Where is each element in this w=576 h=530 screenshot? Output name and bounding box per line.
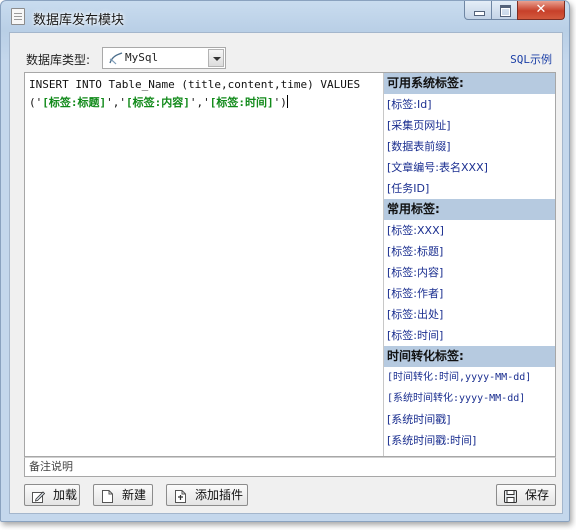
tag-item-source[interactable]: [标签:出处] [384, 304, 555, 325]
sql-tag-time: [标签:时间] [209, 96, 274, 109]
sql-editor[interactable]: INSERT INTO Table_Name (title,content,ti… [25, 73, 383, 456]
time-tags-header: 时间转化标签: [384, 346, 555, 367]
tag-item-system-timestamp-time[interactable]: [系统时间戳:时间] [384, 430, 555, 451]
close-button[interactable]: ✕ [517, 1, 565, 20]
tag-item-system-time-convert[interactable]: [系统时间转化:yyyy-MM-dd] [384, 388, 555, 409]
tag-item-time-convert[interactable]: [时间转化:时间,yyyy-MM-dd] [384, 367, 555, 388]
tag-item-table-prefix[interactable]: [数据表前缀] [384, 136, 555, 157]
load-button[interactable]: 加载 [24, 484, 80, 506]
notes-field[interactable]: 备注说明 [24, 457, 556, 477]
tag-item-task-id[interactable]: [任务ID] [384, 178, 555, 199]
tag-item-title[interactable]: [标签:标题] [384, 241, 555, 262]
sql-suffix: ') [273, 96, 287, 109]
tag-item-author[interactable]: [标签:作者] [384, 283, 555, 304]
add-plugin-button-label: 添加插件 [195, 488, 244, 502]
new-button[interactable]: 新建 [93, 484, 153, 506]
title-ghost-text [236, 10, 270, 20]
sql-separator: ',' [106, 96, 126, 109]
tag-item-id[interactable]: [标签:Id] [384, 94, 555, 115]
chevron-down-icon[interactable] [208, 49, 224, 67]
app-window: 数据库发布模块 ✕ 数据库类型: MySql SQL示例 INSERT INTO… [0, 0, 570, 522]
text-caret [286, 95, 288, 108]
save-button-label: 保存 [525, 488, 550, 502]
sql-tag-content: [标签:内容] [126, 96, 190, 109]
tag-item-xxx[interactable]: [标签:XXX] [384, 220, 555, 241]
new-button-label: 新建 [122, 488, 147, 502]
edit-icon [32, 489, 46, 503]
new-document-icon [101, 489, 114, 503]
tag-item-article-number[interactable]: [文章编号:表名XXX] [384, 157, 555, 178]
document-icon [11, 8, 25, 25]
minimize-button[interactable] [464, 1, 492, 20]
editor-container: INSERT INTO Table_Name (title,content,ti… [24, 72, 556, 457]
dialog-body: 数据库类型: MySql SQL示例 INSERT INTO Table_Nam… [9, 32, 563, 514]
sql-example-link[interactable]: SQL示例 [510, 51, 552, 67]
maximize-button[interactable] [491, 1, 518, 20]
sql-tag-title: [标签:标题] [42, 96, 107, 109]
title-bar[interactable]: 数据库发布模块 ✕ [1, 1, 569, 31]
tag-item-content[interactable]: [标签:内容] [384, 262, 555, 283]
plugin-document-icon [174, 489, 187, 503]
floppy-disk-icon [504, 489, 517, 503]
load-button-label: 加载 [53, 488, 78, 502]
common-tags-header: 常用标签: [384, 199, 555, 220]
save-button[interactable]: 保存 [496, 484, 556, 506]
tag-panel: 可用系统标签: [标签:Id] [采集页网址] [数据表前缀] [文章编号:表名… [383, 73, 555, 456]
dbtype-label: 数据库类型: [26, 53, 91, 67]
tag-item-system-timestamp[interactable]: [系统时间戳] [384, 409, 555, 430]
window-title: 数据库发布模块 [33, 13, 125, 28]
dbtype-value: MySql [125, 51, 159, 64]
dbtype-select[interactable]: MySql [102, 47, 226, 69]
close-icon: ✕ [535, 2, 547, 17]
tag-item-page-url[interactable]: [采集页网址] [384, 115, 555, 136]
sql-separator: ',' [189, 96, 210, 109]
db-brush-icon [108, 51, 124, 65]
system-tags-header: 可用系统标签: [384, 73, 555, 94]
add-plugin-button[interactable]: 添加插件 [166, 484, 248, 506]
tag-item-time[interactable]: [标签:时间] [384, 325, 555, 346]
